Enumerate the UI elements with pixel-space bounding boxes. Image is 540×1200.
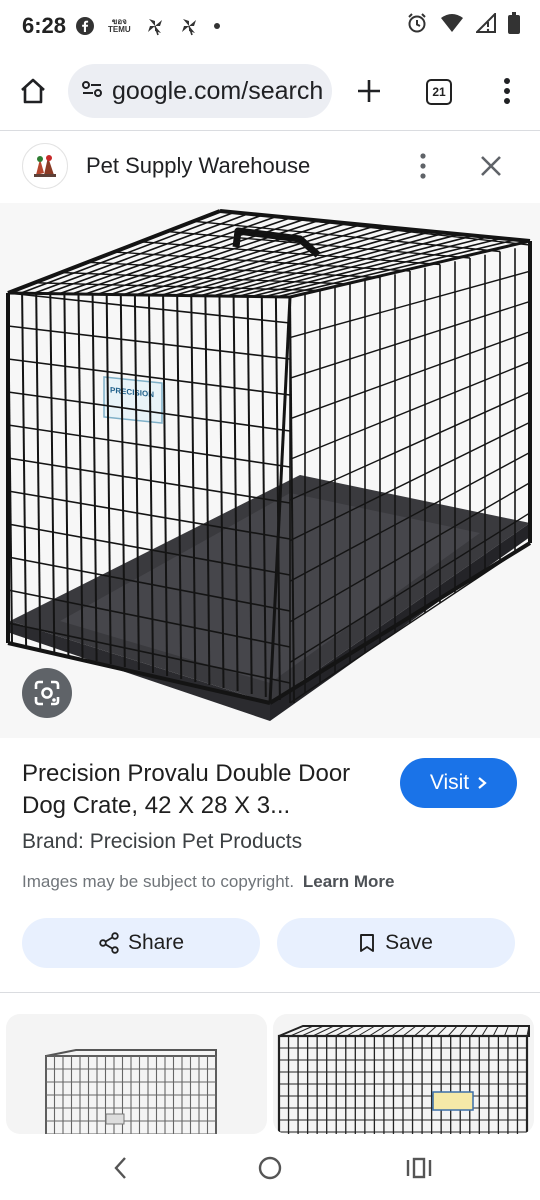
recents-button[interactable] — [404, 1154, 434, 1182]
back-icon — [114, 1157, 126, 1179]
new-tab-button[interactable] — [352, 74, 386, 108]
share-label: Share — [127, 931, 185, 954]
save-button[interactable]: Save — [277, 918, 515, 968]
save-label: Save — [385, 931, 433, 954]
browser-toolbar: google.com/search 21 — [0, 52, 540, 130]
signal-icon — [476, 13, 496, 33]
site-name[interactable]: Pet Supply Warehouse — [86, 153, 310, 179]
chevron-right-icon — [478, 777, 487, 789]
lens-search-button[interactable] — [22, 668, 72, 718]
temu-icon: ขอจ TEMU — [108, 18, 131, 34]
site-settings-icon[interactable] — [80, 77, 104, 106]
wifi-icon — [440, 13, 464, 33]
notification-icons: ขอจ TEMU — [76, 16, 221, 36]
home-icon — [21, 78, 45, 104]
home-nav-button[interactable] — [256, 1154, 284, 1182]
copyright-notice: Images may be subject to copyright. Lear… — [22, 872, 395, 892]
tab-count: 21 — [432, 85, 446, 99]
recents-icon — [406, 1157, 432, 1179]
visit-label: Visit — [429, 771, 470, 794]
related-crate-thumbnail — [45, 1049, 217, 1134]
facebook-icon — [76, 17, 95, 35]
bookmark-icon — [360, 934, 375, 952]
battery-icon — [508, 12, 520, 34]
learn-more-link[interactable]: Learn More — [303, 872, 395, 891]
related-image-2[interactable] — [273, 1014, 534, 1134]
home-button[interactable] — [16, 74, 50, 108]
more-vert-icon — [504, 78, 510, 104]
google-lens-icon — [34, 680, 60, 706]
close-button[interactable] — [474, 149, 508, 183]
section-divider — [0, 992, 540, 993]
product-title[interactable]: Precision Provalu Double Door Dog Crate,… — [22, 758, 382, 822]
pinwheel-icon — [179, 16, 199, 36]
alarm-icon — [406, 12, 428, 34]
copyright-text: Images may be subject to copyright. — [22, 872, 295, 891]
temu-label-bottom: TEMU — [108, 25, 131, 34]
pinwheel-icon — [145, 16, 165, 36]
close-icon — [481, 156, 501, 176]
related-image-1[interactable] — [6, 1014, 267, 1134]
visit-button[interactable]: Visit — [400, 758, 517, 808]
tab-switcher-button[interactable]: 21 — [426, 79, 452, 105]
address-bar[interactable]: google.com/search — [68, 64, 332, 118]
plus-icon — [358, 80, 380, 102]
more-options-button[interactable] — [410, 149, 436, 183]
share-icon — [99, 932, 119, 954]
share-button[interactable]: Share — [22, 918, 260, 968]
browser-menu-button[interactable] — [492, 74, 522, 108]
more-vert-icon — [420, 153, 426, 179]
system-nav-bar — [0, 1134, 540, 1200]
back-button[interactable] — [106, 1154, 134, 1182]
brand-text: Brand: Precision Pet Products — [22, 830, 303, 853]
url-text: google.com/search — [112, 76, 324, 105]
status-bar: 6:28 ขอจ TEMU — [0, 0, 540, 52]
site-logo — [22, 143, 68, 189]
home-circle-icon — [258, 1156, 282, 1180]
panel-header: Pet Supply Warehouse — [0, 131, 540, 203]
related-crate-thumbnail — [277, 1025, 530, 1134]
dog-crate-illustration: PRECISION — [6, 209, 532, 721]
status-time: 6:28 — [22, 13, 67, 38]
product-image[interactable]: PRECISION — [0, 203, 540, 738]
system-icons — [406, 12, 520, 34]
dot-icon — [213, 22, 221, 30]
